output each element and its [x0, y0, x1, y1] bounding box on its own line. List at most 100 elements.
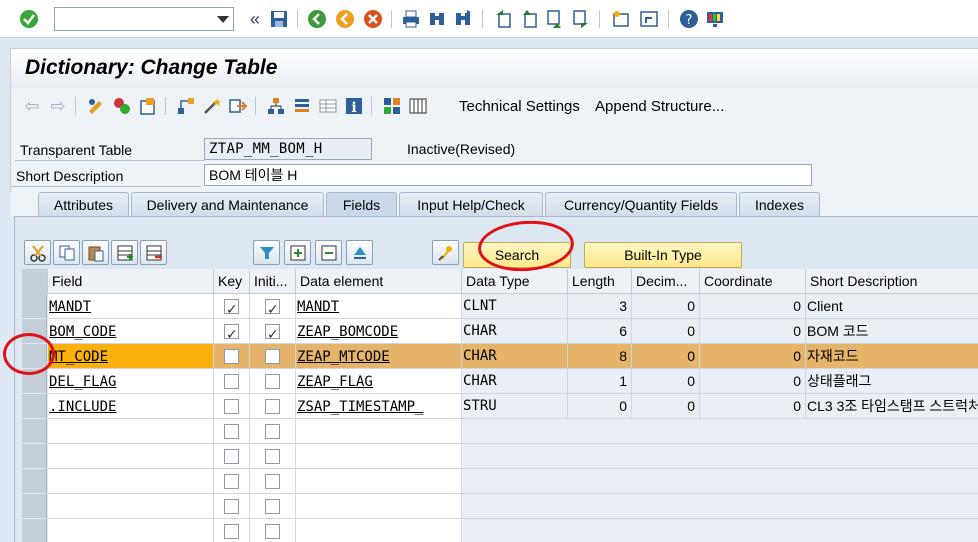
- initial-values-checkbox[interactable]: [265, 449, 280, 464]
- other-object-icon[interactable]: [111, 95, 133, 117]
- row-selector[interactable]: [22, 444, 47, 469]
- row-selector[interactable]: [22, 394, 47, 419]
- row-selector[interactable]: [22, 469, 47, 494]
- data-element-link[interactable]: MANDT: [297, 299, 339, 315]
- row-selector[interactable]: [22, 494, 47, 519]
- first-page-icon[interactable]: [492, 8, 514, 30]
- initial-values-checkbox[interactable]: [265, 499, 280, 514]
- initial-values-checkbox[interactable]: [265, 374, 280, 389]
- collapse-rows-icon[interactable]: [315, 240, 342, 265]
- initial-values-checkbox[interactable]: [265, 424, 280, 439]
- cut-icon[interactable]: [24, 240, 51, 265]
- technical-settings-button[interactable]: Technical Settings: [459, 98, 580, 115]
- find-icon[interactable]: [426, 8, 448, 30]
- display-change-icon[interactable]: [85, 95, 107, 117]
- cancel-icon[interactable]: [362, 8, 384, 30]
- field-name[interactable]: .INCLUDE: [49, 399, 116, 415]
- key-checkbox[interactable]: [224, 349, 239, 364]
- column-header-key[interactable]: Key: [214, 269, 250, 294]
- key-checkbox[interactable]: [224, 524, 239, 539]
- collapse-icon[interactable]: «: [244, 8, 266, 30]
- expand-icon[interactable]: [284, 240, 311, 265]
- next-page-icon[interactable]: [544, 8, 566, 30]
- data-element-input[interactable]: [296, 494, 462, 519]
- print-icon[interactable]: [400, 8, 422, 30]
- data-element-input[interactable]: [296, 519, 462, 542]
- initial-values-checkbox[interactable]: [265, 399, 280, 414]
- table-contents-icon[interactable]: [317, 95, 339, 117]
- field-input[interactable]: [48, 469, 214, 494]
- info-icon[interactable]: i: [343, 95, 365, 117]
- append-structure-button[interactable]: Append Structure...: [595, 98, 724, 115]
- tab-delivery-maintenance[interactable]: Delivery and Maintenance: [131, 192, 324, 216]
- sort-icon[interactable]: [346, 240, 373, 265]
- initial-values-checkbox[interactable]: [265, 474, 280, 489]
- filter-icon[interactable]: [253, 240, 280, 265]
- row-selector[interactable]: [22, 419, 47, 444]
- tab-fields[interactable]: Fields: [326, 192, 397, 216]
- activate-icon[interactable]: [137, 95, 159, 117]
- column-header-coordinate[interactable]: Coordinate: [700, 269, 806, 294]
- field-name[interactable]: MANDT: [49, 299, 91, 315]
- hierarchy-icon[interactable]: [265, 95, 287, 117]
- key-checkbox[interactable]: [224, 424, 239, 439]
- key-checkbox[interactable]: [224, 374, 239, 389]
- field-name[interactable]: DEL_FLAG: [49, 374, 116, 390]
- initial-values-checkbox[interactable]: [265, 322, 280, 343]
- key-checkbox[interactable]: [224, 322, 239, 343]
- key-checkbox[interactable]: [224, 474, 239, 489]
- row-selector[interactable]: [22, 294, 47, 319]
- where-used-icon[interactable]: [175, 95, 197, 117]
- column-header-length[interactable]: Length: [568, 269, 632, 294]
- key-checkbox[interactable]: [224, 297, 239, 318]
- initial-values-checkbox[interactable]: [265, 349, 280, 364]
- insert-row-icon[interactable]: [111, 240, 138, 265]
- edit-key-icon[interactable]: [432, 240, 459, 265]
- field-input[interactable]: [48, 419, 214, 444]
- field-input[interactable]: [48, 494, 214, 519]
- new-session-icon[interactable]: [610, 8, 632, 30]
- data-element-link[interactable]: ZEAP_MTCODE: [297, 349, 390, 365]
- built-in-type-button[interactable]: Built-In Type: [584, 242, 742, 268]
- copy-icon[interactable]: [53, 240, 80, 265]
- initial-values-checkbox[interactable]: [265, 297, 280, 318]
- data-element-link[interactable]: ZSAP_TIMESTAMP_: [297, 399, 423, 415]
- data-element-input[interactable]: [296, 444, 462, 469]
- short-description-field[interactable]: BOM 테이블 H: [204, 164, 812, 186]
- delete-row-icon[interactable]: [140, 240, 167, 265]
- prev-page-icon[interactable]: [518, 8, 540, 30]
- arrow-left-icon[interactable]: ⇦: [21, 95, 43, 117]
- enter-icon[interactable]: [18, 8, 40, 30]
- column-header-data-type[interactable]: Data Type: [462, 269, 568, 294]
- key-checkbox[interactable]: [224, 399, 239, 414]
- back-icon[interactable]: [306, 8, 328, 30]
- column-header-decimals[interactable]: Decim...: [632, 269, 700, 294]
- layout-icon[interactable]: [381, 95, 403, 117]
- column-header-initial[interactable]: Initi...: [250, 269, 296, 294]
- column-header-field[interactable]: Field: [48, 269, 214, 294]
- key-checkbox[interactable]: [224, 499, 239, 514]
- data-element-link[interactable]: ZEAP_BOMCODE: [297, 324, 398, 340]
- grid-settings-icon[interactable]: [407, 95, 429, 117]
- tab-currency-quantity[interactable]: Currency/Quantity Fields: [545, 192, 737, 216]
- paste-icon[interactable]: [82, 240, 109, 265]
- field-input[interactable]: [48, 519, 214, 542]
- data-element-link[interactable]: ZEAP_FLAG: [297, 374, 373, 390]
- navigate-icon[interactable]: [227, 95, 249, 117]
- key-checkbox[interactable]: [224, 449, 239, 464]
- exit-icon[interactable]: [334, 8, 356, 30]
- structure-icon[interactable]: [291, 95, 313, 117]
- field-name[interactable]: BOM_CODE: [49, 324, 116, 340]
- shortcut-icon[interactable]: [638, 8, 660, 30]
- save-icon[interactable]: [268, 8, 290, 30]
- data-element-input[interactable]: [296, 469, 462, 494]
- initial-values-checkbox[interactable]: [265, 524, 280, 539]
- help-icon[interactable]: ?: [678, 8, 700, 30]
- data-element-input[interactable]: [296, 419, 462, 444]
- row-selector[interactable]: [22, 319, 47, 344]
- row-selector[interactable]: [22, 519, 47, 542]
- tab-attributes[interactable]: Attributes: [38, 192, 129, 216]
- search-button[interactable]: Search: [463, 242, 571, 268]
- magic-wand-icon[interactable]: [201, 95, 223, 117]
- find-next-icon[interactable]: [452, 8, 474, 30]
